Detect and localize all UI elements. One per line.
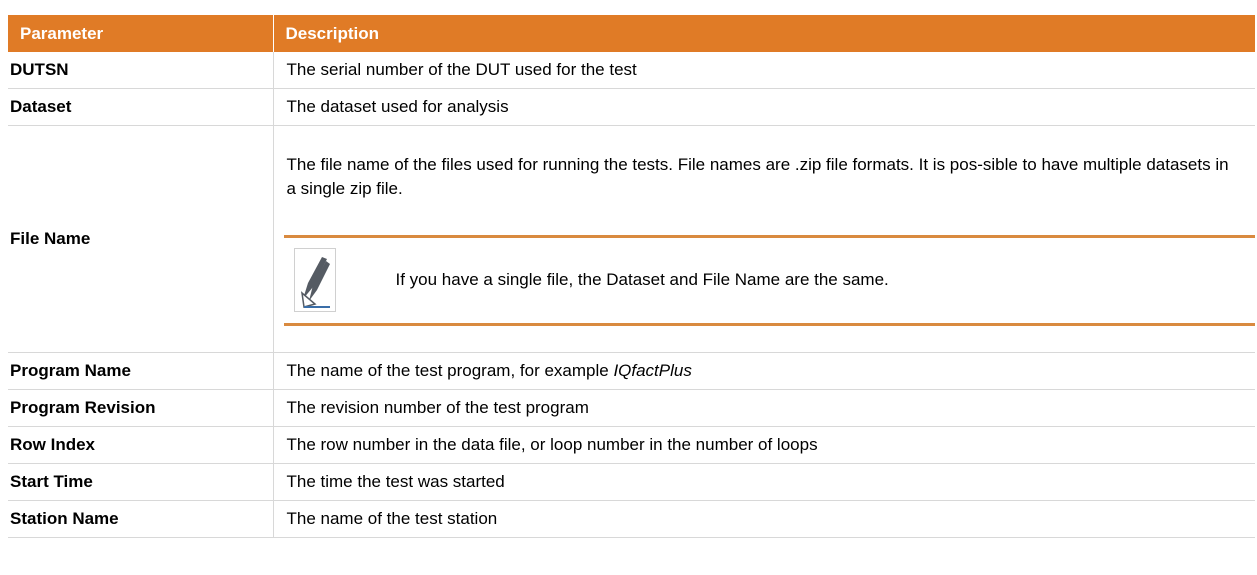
- param-name: Program Name: [8, 352, 274, 390]
- param-description: The name of the test program, for exampl…: [273, 352, 1255, 390]
- param-name: Dataset: [8, 88, 274, 126]
- table-row: Row Index The row number in the data fil…: [8, 426, 1255, 464]
- parameter-table: Parameter Description DUTSN The serial n…: [8, 15, 1255, 538]
- param-name: File Name: [8, 125, 274, 353]
- table-row: Start Time The time the test was started: [8, 463, 1255, 501]
- param-description: The file name of the files used for runn…: [286, 154, 1229, 198]
- table-row: File Name The file name of the files use…: [8, 125, 1255, 353]
- param-description: The serial number of the DUT used for th…: [273, 52, 1255, 89]
- param-description: The row number in the data file, or loop…: [273, 426, 1255, 464]
- param-description-cell: The file name of the files used for runn…: [273, 125, 1255, 353]
- param-description: The name of the test station: [273, 500, 1255, 538]
- note-text: If you have a single file, the Dataset a…: [395, 270, 889, 289]
- program-name-emphasis: IQfactPlus: [613, 361, 692, 380]
- param-name: Station Name: [8, 500, 274, 538]
- param-description-text: The name of the test program, for exampl…: [286, 361, 614, 380]
- param-description: The revision number of the test program: [273, 389, 1255, 427]
- header-parameter: Parameter: [8, 15, 273, 52]
- table-row: Program Revision The revision number of …: [8, 389, 1255, 427]
- header-row: Parameter Description: [8, 15, 1255, 52]
- table-row: Station Name The name of the test statio…: [8, 500, 1255, 538]
- param-description: The time the test was started: [273, 463, 1255, 501]
- table-row: DUTSN The serial number of the DUT used …: [8, 52, 1255, 89]
- param-name: Start Time: [8, 463, 274, 501]
- param-name: Program Revision: [8, 389, 274, 427]
- param-description: The dataset used for analysis: [273, 88, 1255, 126]
- note-box: If you have a single file, the Dataset a…: [283, 234, 1255, 326]
- header-description: Description: [272, 15, 1255, 52]
- param-name: DUTSN: [8, 52, 274, 89]
- pencil-note-icon: [293, 248, 336, 312]
- table-row: Dataset The dataset used for analysis: [8, 88, 1255, 126]
- param-name: Row Index: [8, 426, 274, 464]
- table-row: Program Name The name of the test progra…: [8, 352, 1255, 390]
